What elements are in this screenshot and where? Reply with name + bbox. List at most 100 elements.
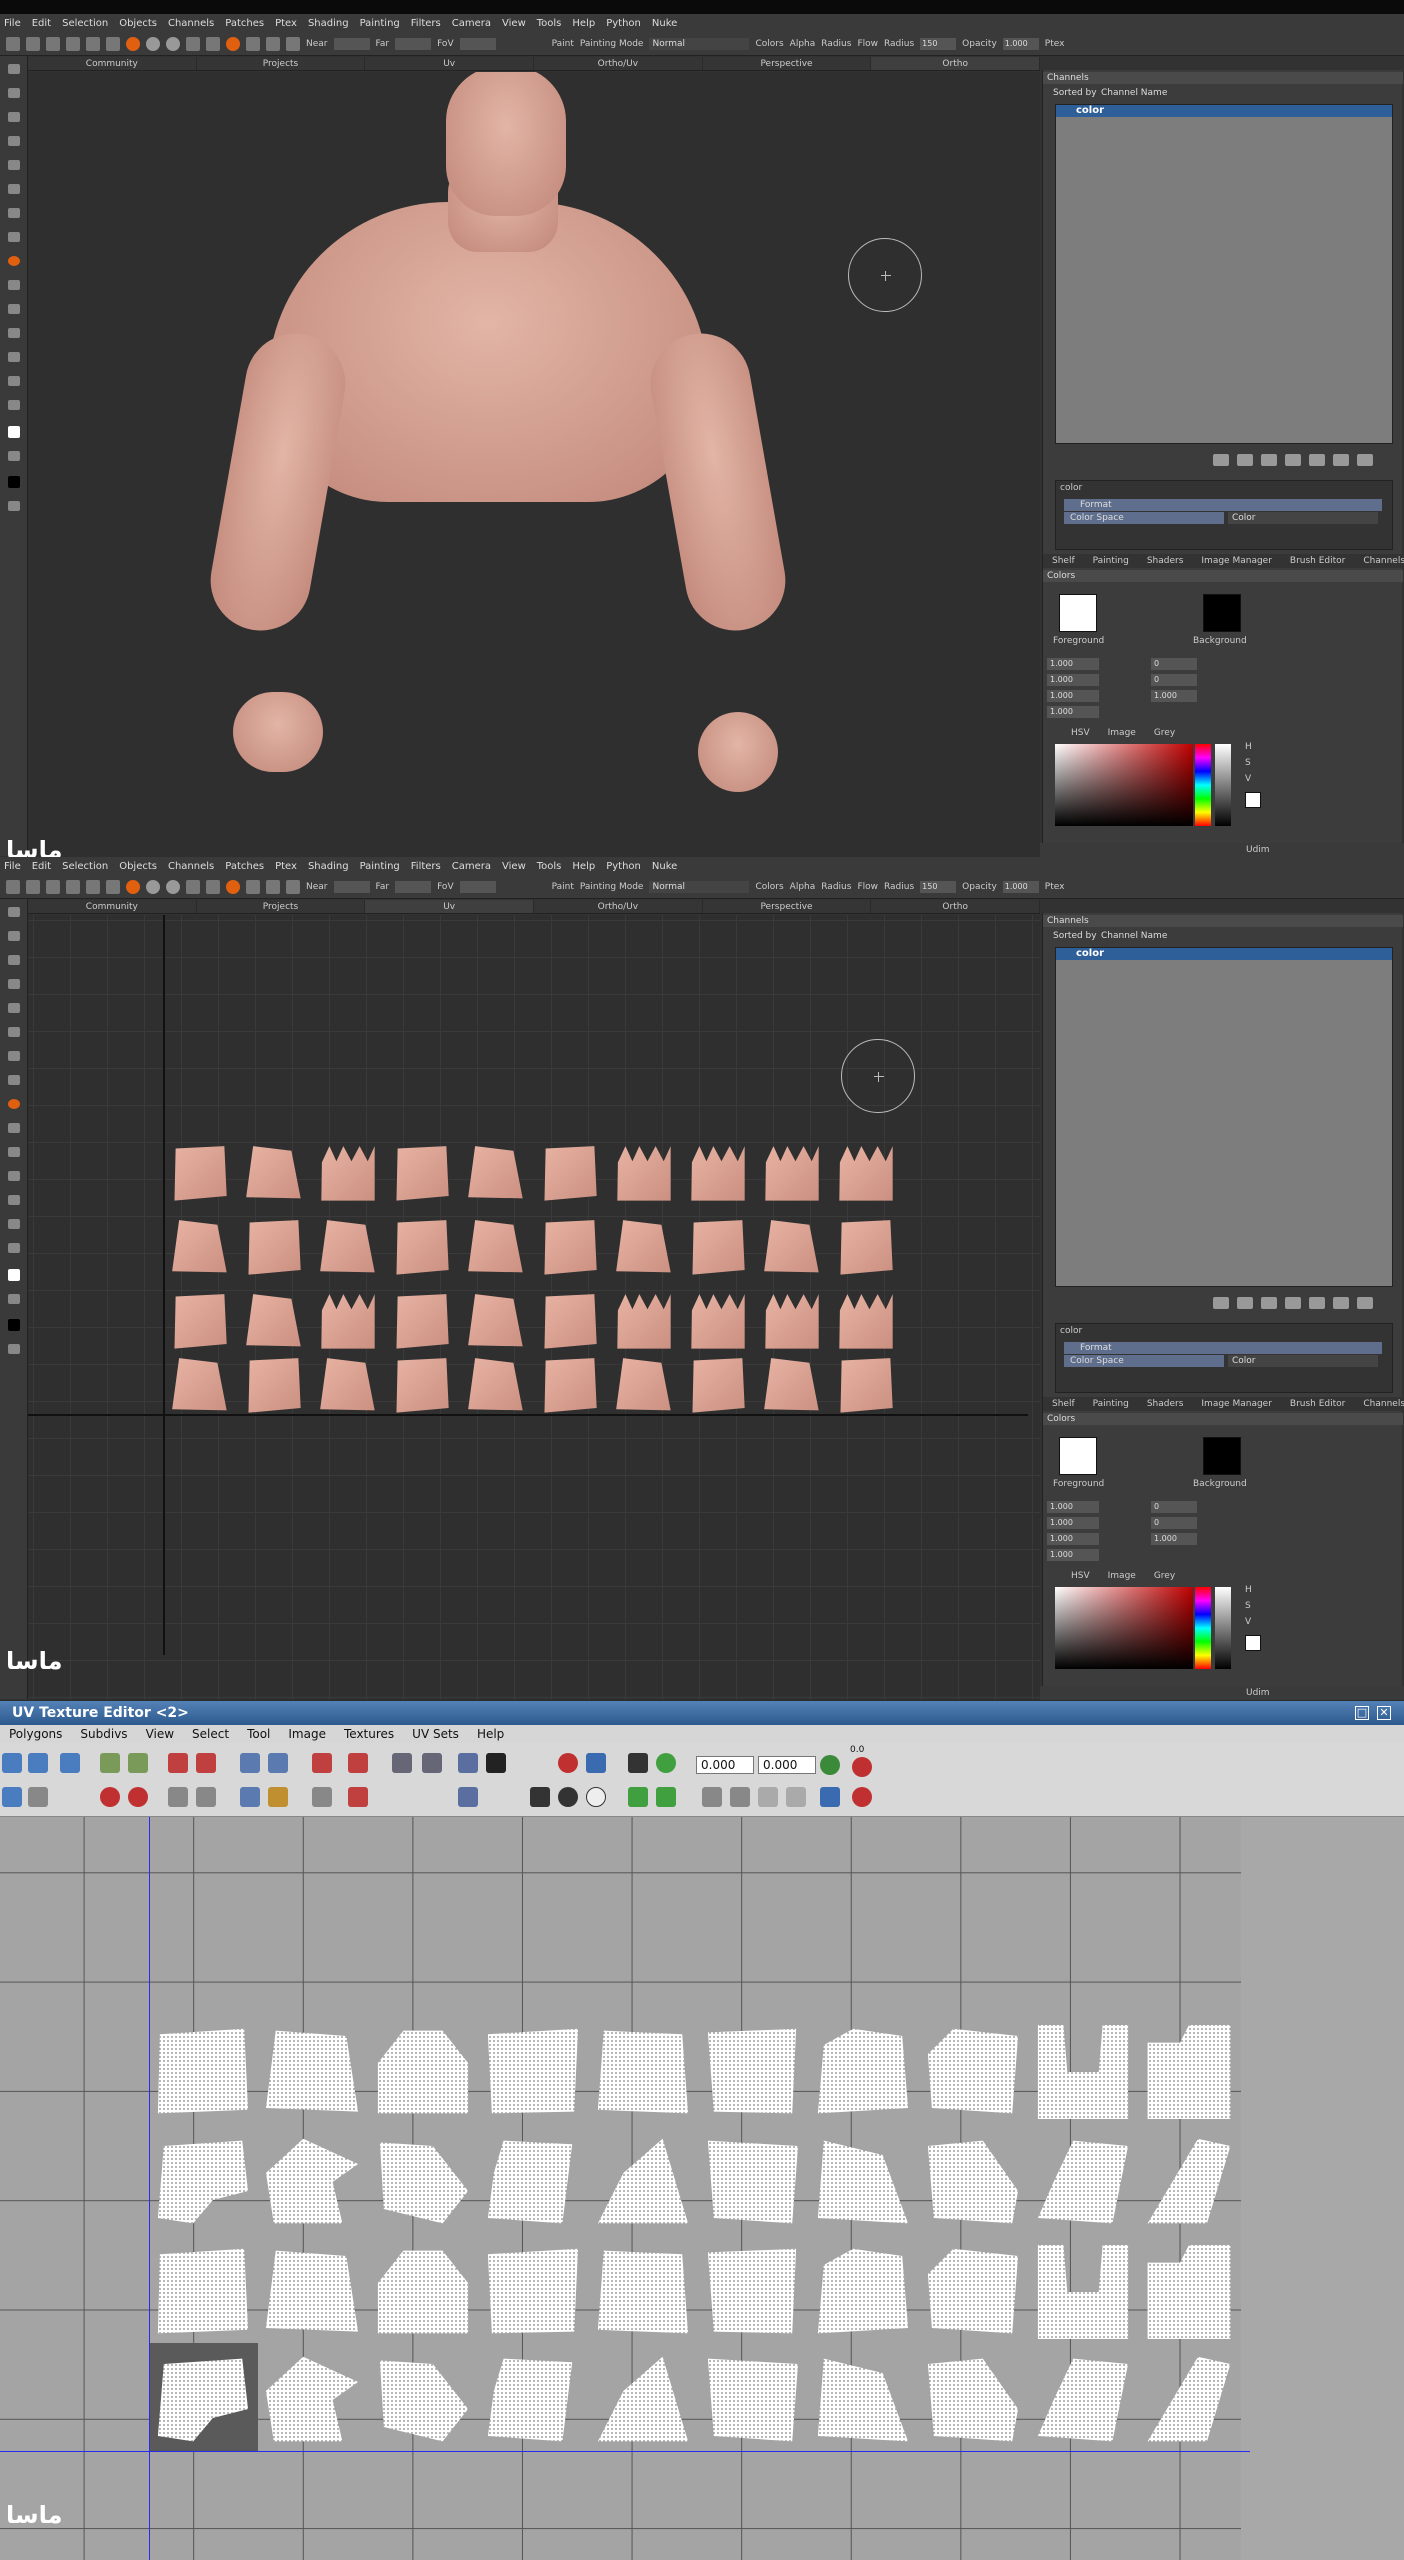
lighting-icon[interactable] — [206, 36, 220, 51]
shaded-sphere-icon[interactable] — [126, 36, 140, 51]
green-field[interactable]: 1.000 — [1047, 1517, 1099, 1529]
radius-field[interactable]: 150 — [920, 880, 957, 893]
uv-copy-icon[interactable] — [586, 1753, 606, 1773]
import-channel-icon[interactable] — [1261, 454, 1277, 466]
menu-camera[interactable]: Camera — [452, 18, 491, 29]
color-space-select[interactable]: Color — [1228, 512, 1378, 524]
menu-edit[interactable]: Edit — [32, 18, 51, 29]
uv-menu-select[interactable]: Select — [183, 1727, 238, 1741]
menu-channels[interactable]: Channels — [168, 18, 214, 29]
background-swatch[interactable] — [1203, 1437, 1241, 1475]
eraser-tool-icon[interactable] — [8, 280, 20, 290]
viewport-3d[interactable] — [28, 72, 1040, 857]
clone-tool-icon[interactable] — [8, 304, 20, 314]
move-tool-icon[interactable] — [8, 979, 20, 989]
duplicate-channel-icon[interactable] — [1237, 1297, 1253, 1309]
menu-selection[interactable]: Selection — [62, 861, 108, 872]
tab-grey[interactable]: Grey — [1154, 728, 1175, 738]
uv-select-icon[interactable] — [2, 1753, 22, 1773]
format-section[interactable]: Format — [1064, 1342, 1382, 1354]
lasso-tool-icon[interactable] — [8, 208, 20, 218]
save-icon[interactable] — [46, 879, 60, 894]
format-section[interactable]: Format — [1064, 499, 1382, 511]
tab-perspective[interactable]: Perspective — [703, 57, 872, 70]
grid-icon[interactable] — [186, 36, 200, 51]
menu-painting[interactable]: Painting — [360, 18, 400, 29]
import-channel-icon[interactable] — [1261, 1297, 1277, 1309]
uv-red-arrow-icon[interactable] — [852, 1757, 872, 1777]
uv-menu-image[interactable]: Image — [279, 1727, 335, 1741]
tab-image[interactable]: Image — [1108, 728, 1136, 738]
uv-target-icon[interactable] — [128, 1787, 148, 1807]
reset-colors-icon[interactable] — [8, 1344, 20, 1354]
hue-field[interactable]: 0 — [1151, 658, 1197, 670]
uv-clipboard-paste-icon[interactable] — [730, 1787, 750, 1807]
pan-tool-icon[interactable] — [8, 112, 20, 122]
uv-straighten-icon[interactable] — [312, 1787, 332, 1807]
red-field[interactable]: 1.000 — [1047, 658, 1099, 670]
background-swatch-icon[interactable] — [8, 476, 20, 488]
uv-layout-icon[interactable] — [348, 1753, 368, 1773]
flat-sphere-icon[interactable] — [146, 36, 160, 51]
tab-shaders[interactable]: Shaders — [1138, 1397, 1193, 1411]
projector-icon[interactable] — [226, 36, 240, 51]
far-field[interactable] — [395, 880, 432, 893]
menu-patches[interactable]: Patches — [225, 18, 264, 29]
tab-image[interactable]: Image — [1108, 1571, 1136, 1581]
clone-tool-icon[interactable] — [8, 1147, 20, 1157]
tab-ortho-uv[interactable]: Ortho/Uv — [534, 57, 703, 70]
tab-uv[interactable]: Uv — [365, 900, 535, 913]
channel-item-color[interactable]: color — [1056, 105, 1392, 117]
uv-refresh-icon[interactable] — [820, 1755, 840, 1775]
gradient-tool-icon[interactable] — [8, 328, 20, 338]
uv-shell-icon[interactable] — [100, 1787, 120, 1807]
tab-image-manager[interactable]: Image Manager — [1192, 1397, 1281, 1411]
delete-channel-icon[interactable] — [1357, 1297, 1373, 1309]
channel-item-color[interactable]: color — [1056, 948, 1392, 960]
channel-list[interactable]: color — [1055, 947, 1393, 1287]
sat-field[interactable]: 0 — [1151, 674, 1197, 686]
uv-green-icon[interactable] — [628, 1787, 648, 1807]
grid-icon[interactable] — [186, 879, 200, 894]
menu-file[interactable]: File — [4, 18, 21, 29]
alpha-field[interactable]: 1.000 — [1047, 1549, 1099, 1561]
foreground-swatch-icon[interactable] — [8, 426, 20, 438]
export-channel-icon[interactable] — [1285, 454, 1301, 466]
v-value-field[interactable]: 0.000 — [758, 1756, 816, 1774]
menu-view[interactable]: View — [502, 18, 526, 29]
paint-through-icon[interactable] — [86, 36, 100, 51]
paint-through-icon[interactable] — [86, 879, 100, 894]
hue-slider[interactable] — [1195, 744, 1211, 826]
menu-ptex[interactable]: Ptex — [275, 861, 297, 872]
uv-checker-icon[interactable] — [486, 1753, 506, 1773]
menu-help[interactable]: Help — [572, 18, 595, 29]
background-swatch[interactable] — [1203, 594, 1241, 632]
uv-red-target-icon[interactable] — [852, 1787, 872, 1807]
add-channel-icon[interactable] — [1213, 1297, 1229, 1309]
uv-unfold-icon[interactable] — [312, 1753, 332, 1773]
wire-sphere-icon[interactable] — [166, 36, 180, 51]
u-value-field[interactable]: 0.000 — [696, 1756, 754, 1774]
uv-menu-textures[interactable]: Textures — [335, 1727, 403, 1741]
lighting-icon[interactable] — [206, 879, 220, 894]
foreground-swatch[interactable] — [1059, 1437, 1097, 1475]
uv-magnet-icon[interactable] — [558, 1753, 578, 1773]
reset-colors-icon[interactable] — [8, 501, 20, 511]
tab-ortho-uv[interactable]: Ortho/Uv — [534, 900, 703, 913]
color-picker[interactable] — [1055, 1587, 1193, 1669]
swap-colors-icon[interactable] — [8, 1294, 20, 1304]
uv-move-icon[interactable] — [28, 1753, 48, 1773]
bake-icon[interactable] — [106, 879, 120, 894]
paint-tool-icon[interactable] — [8, 256, 20, 266]
layers-icon[interactable] — [286, 36, 300, 51]
menu-view[interactable]: View — [502, 861, 526, 872]
menu-file[interactable]: File — [4, 861, 21, 872]
maximize-icon[interactable]: □ — [1355, 1706, 1369, 1720]
menu-help[interactable]: Help — [572, 861, 595, 872]
val-field[interactable]: 1.000 — [1151, 1533, 1197, 1545]
uv-ball-icon[interactable] — [586, 1787, 606, 1807]
menu-ptex[interactable]: Ptex — [275, 18, 297, 29]
paint-tool-icon[interactable] — [8, 1099, 20, 1109]
red-field[interactable]: 1.000 — [1047, 1501, 1099, 1513]
radius-field[interactable]: 150 — [920, 37, 957, 50]
